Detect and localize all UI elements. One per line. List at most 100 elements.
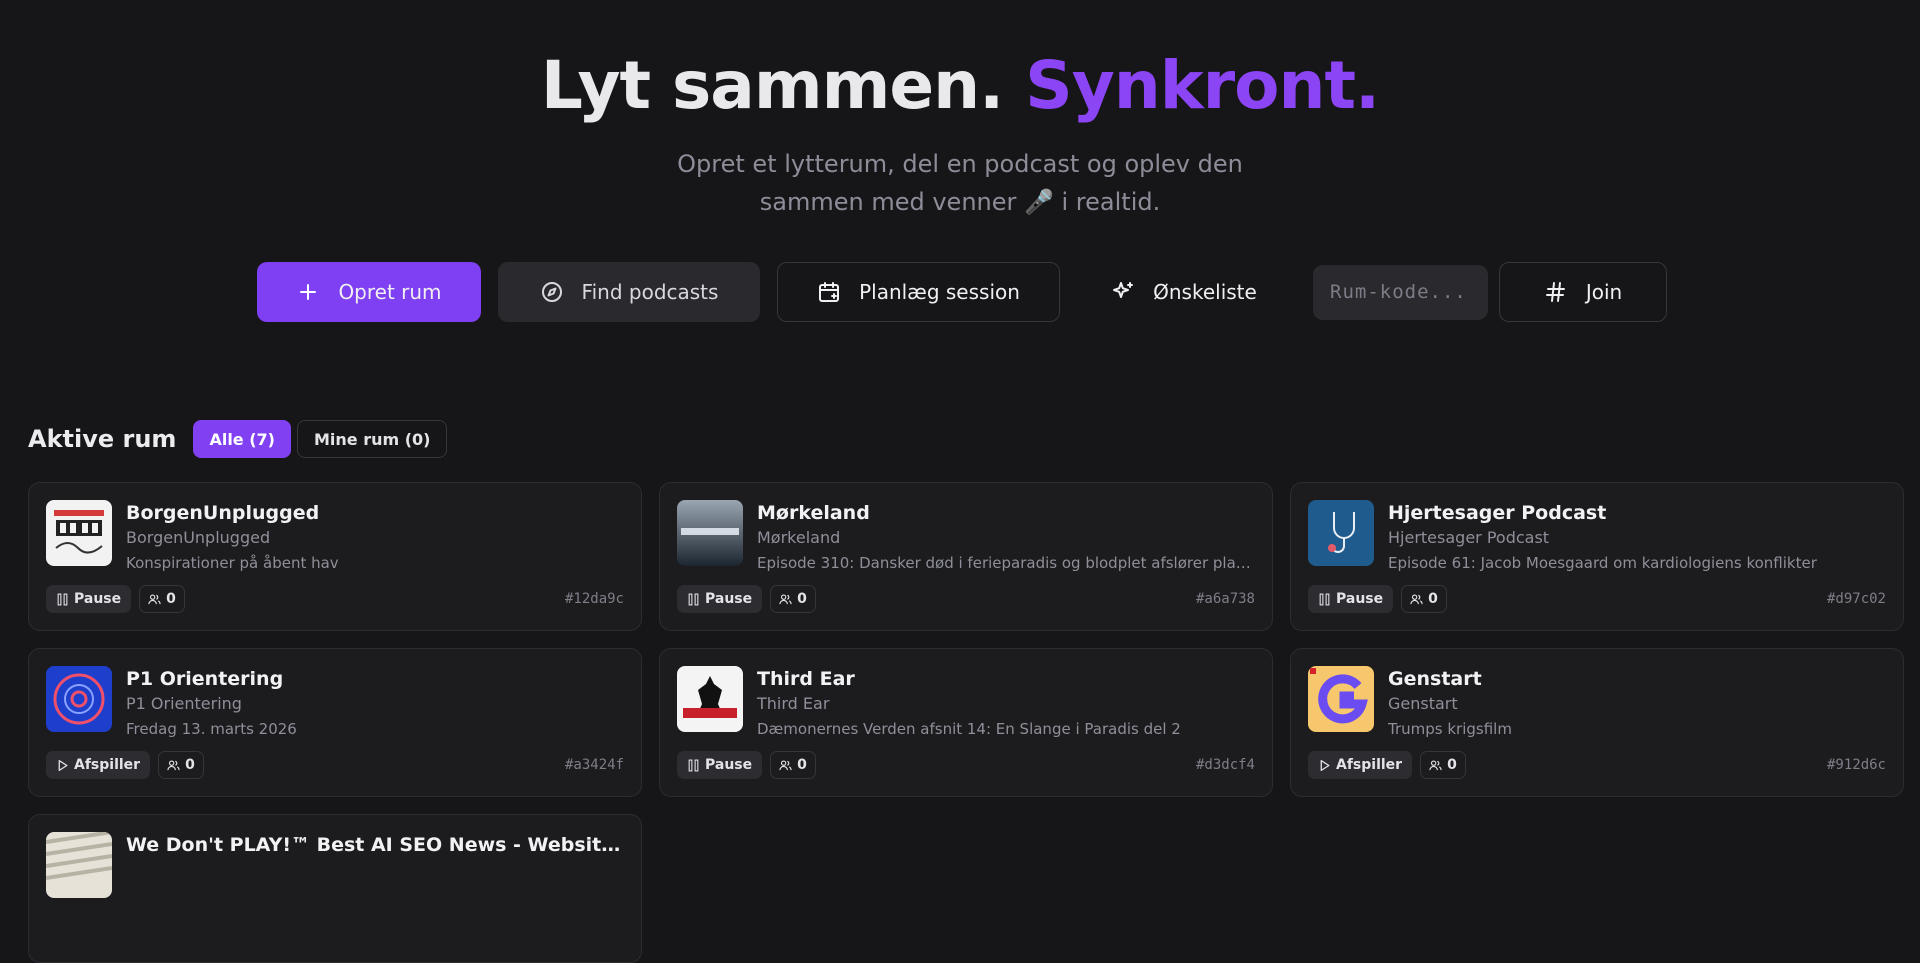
page-subtitle: Opret et lytterum, del en podcast og opl… xyxy=(677,149,1243,216)
pause-icon xyxy=(688,593,699,605)
room-code: #a3424f xyxy=(564,757,624,773)
listener-count: 0 xyxy=(139,585,185,613)
status-label: Pause xyxy=(705,757,753,773)
room-card[interactable]: Mørkeland Mørkeland Episode 310: Dansker… xyxy=(659,482,1273,631)
room-author: Third Ear xyxy=(757,694,830,713)
podcast-cover xyxy=(677,500,743,566)
listener-value: 0 xyxy=(166,591,176,607)
action-bar: Opret rum Find podcasts Planlæg session … xyxy=(257,262,1667,322)
title-main: Lyt sammen. xyxy=(540,47,1004,124)
status-badge: Pause xyxy=(677,585,763,613)
pause-icon xyxy=(1319,593,1330,605)
status-badge: Afspiller xyxy=(1308,751,1413,779)
pause-icon xyxy=(688,759,699,771)
status-badge: Pause xyxy=(46,585,132,613)
listener-value: 0 xyxy=(797,591,807,607)
page-title: Lyt sammen. Synkront. xyxy=(0,47,1920,124)
listener-count: 0 xyxy=(770,751,816,779)
users-icon xyxy=(167,759,180,770)
listener-value: 0 xyxy=(185,757,195,773)
find-podcasts-button[interactable]: Find podcasts xyxy=(498,262,760,322)
room-card[interactable]: Hjertesager Podcast Hjertesager Podcast … xyxy=(1290,482,1904,631)
room-code: #912d6c xyxy=(1826,757,1886,773)
play-icon xyxy=(1320,759,1330,771)
room-title: Mørkeland xyxy=(757,502,870,524)
room-title: Genstart xyxy=(1388,668,1482,690)
rooms-grid: BorgenUnplugged BorgenUnplugged Konspira… xyxy=(28,482,1904,963)
room-episode: Fredag 13. marts 2026 xyxy=(126,720,297,738)
title-accent: Synkront. xyxy=(1025,47,1380,124)
room-episode: Episode 310: Dansker død i ferieparadis … xyxy=(757,554,1258,572)
room-author: Genstart xyxy=(1388,694,1458,713)
filter-mine-tab[interactable]: Mine rum (0) xyxy=(296,420,448,458)
status-label: Pause xyxy=(1336,591,1384,607)
status-label: Afspiller xyxy=(1336,757,1403,773)
podcast-cover xyxy=(677,666,743,732)
room-title: Hjertesager Podcast xyxy=(1388,502,1607,524)
podcast-cover xyxy=(46,666,112,732)
room-author: Hjertesager Podcast xyxy=(1388,528,1550,547)
users-icon xyxy=(1429,759,1442,770)
play-icon xyxy=(58,759,68,771)
podcast-cover xyxy=(46,832,112,898)
podcast-cover xyxy=(46,500,112,566)
room-card[interactable]: BorgenUnplugged BorgenUnplugged Konspira… xyxy=(28,482,642,631)
room-author: Mørkeland xyxy=(757,528,841,547)
listener-value: 0 xyxy=(1428,591,1438,607)
listener-count: 0 xyxy=(770,585,816,613)
join-button[interactable]: Join xyxy=(1499,262,1667,322)
status-badge: Pause xyxy=(1308,585,1394,613)
hash-icon xyxy=(1545,282,1565,302)
status-badge: Afspiller xyxy=(46,751,151,779)
schedule-session-button[interactable]: Planlæg session xyxy=(777,262,1060,322)
room-title: We Don't PLAY!™ Best AI SEO News - Websi… xyxy=(126,834,627,856)
room-code: #d3dcf4 xyxy=(1195,757,1255,773)
filter-all-tab[interactable]: Alle (7) xyxy=(193,420,291,458)
room-episode: Konspirationer på åbent hav xyxy=(126,554,339,572)
room-card[interactable]: Genstart Genstart Trumps krigsfilm Afspi… xyxy=(1290,648,1904,797)
users-icon xyxy=(779,759,792,770)
rooms-header: Aktive rum Alle (7) Mine rum (0) xyxy=(28,420,448,458)
status-label: Pause xyxy=(705,591,753,607)
room-code: #d97c02 xyxy=(1826,591,1886,607)
users-icon xyxy=(148,593,161,604)
status-badge: Pause xyxy=(677,751,763,779)
listener-value: 0 xyxy=(797,757,807,773)
room-card[interactable]: We Don't PLAY!™ Best AI SEO News - Websi… xyxy=(28,814,642,963)
room-author: P1 Orientering xyxy=(126,694,242,713)
room-title: P1 Orientering xyxy=(126,668,284,690)
schedule-session-label: Planlæg session xyxy=(859,280,1020,304)
hero: Lyt sammen. Synkront. Opret et lytterum,… xyxy=(0,0,1920,221)
join-label: Join xyxy=(1585,280,1623,304)
room-card[interactable]: P1 Orientering P1 Orientering Fredag 13.… xyxy=(28,648,642,797)
plus-icon xyxy=(300,284,317,300)
room-code-input[interactable] xyxy=(1313,264,1488,320)
podcast-cover xyxy=(1308,666,1374,732)
status-label: Pause xyxy=(74,591,122,607)
create-room-button[interactable]: Opret rum xyxy=(257,262,481,322)
calendar-icon xyxy=(819,282,840,302)
room-code: #12da9c xyxy=(564,591,624,607)
room-episode: Episode 61: Jacob Moesgaard om kardiolog… xyxy=(1388,554,1817,572)
create-room-label: Opret rum xyxy=(338,280,442,304)
wishlist-button[interactable]: Ønskeliste xyxy=(1076,262,1292,322)
listener-count: 0 xyxy=(1401,585,1447,613)
podcast-cover xyxy=(1308,500,1374,566)
users-icon xyxy=(779,593,792,604)
compass-icon xyxy=(541,282,562,302)
pause-icon xyxy=(57,593,68,605)
wishlist-label: Ønskeliste xyxy=(1153,280,1257,304)
room-author: BorgenUnplugged xyxy=(126,528,271,547)
listener-value: 0 xyxy=(1447,757,1457,773)
room-code: #a6a738 xyxy=(1195,591,1255,607)
listener-count: 0 xyxy=(1420,751,1466,779)
sparkles-icon xyxy=(1113,282,1134,298)
room-episode: Trumps krigsfilm xyxy=(1388,720,1512,738)
room-title: BorgenUnplugged xyxy=(126,502,320,524)
rooms-heading: Aktive rum xyxy=(28,425,177,453)
find-podcasts-label: Find podcasts xyxy=(581,280,719,304)
room-title: Third Ear xyxy=(757,668,855,690)
room-card[interactable]: Third Ear Third Ear Dæmonernes Verden af… xyxy=(659,648,1273,797)
listener-count: 0 xyxy=(158,751,204,779)
users-icon xyxy=(1410,593,1423,604)
